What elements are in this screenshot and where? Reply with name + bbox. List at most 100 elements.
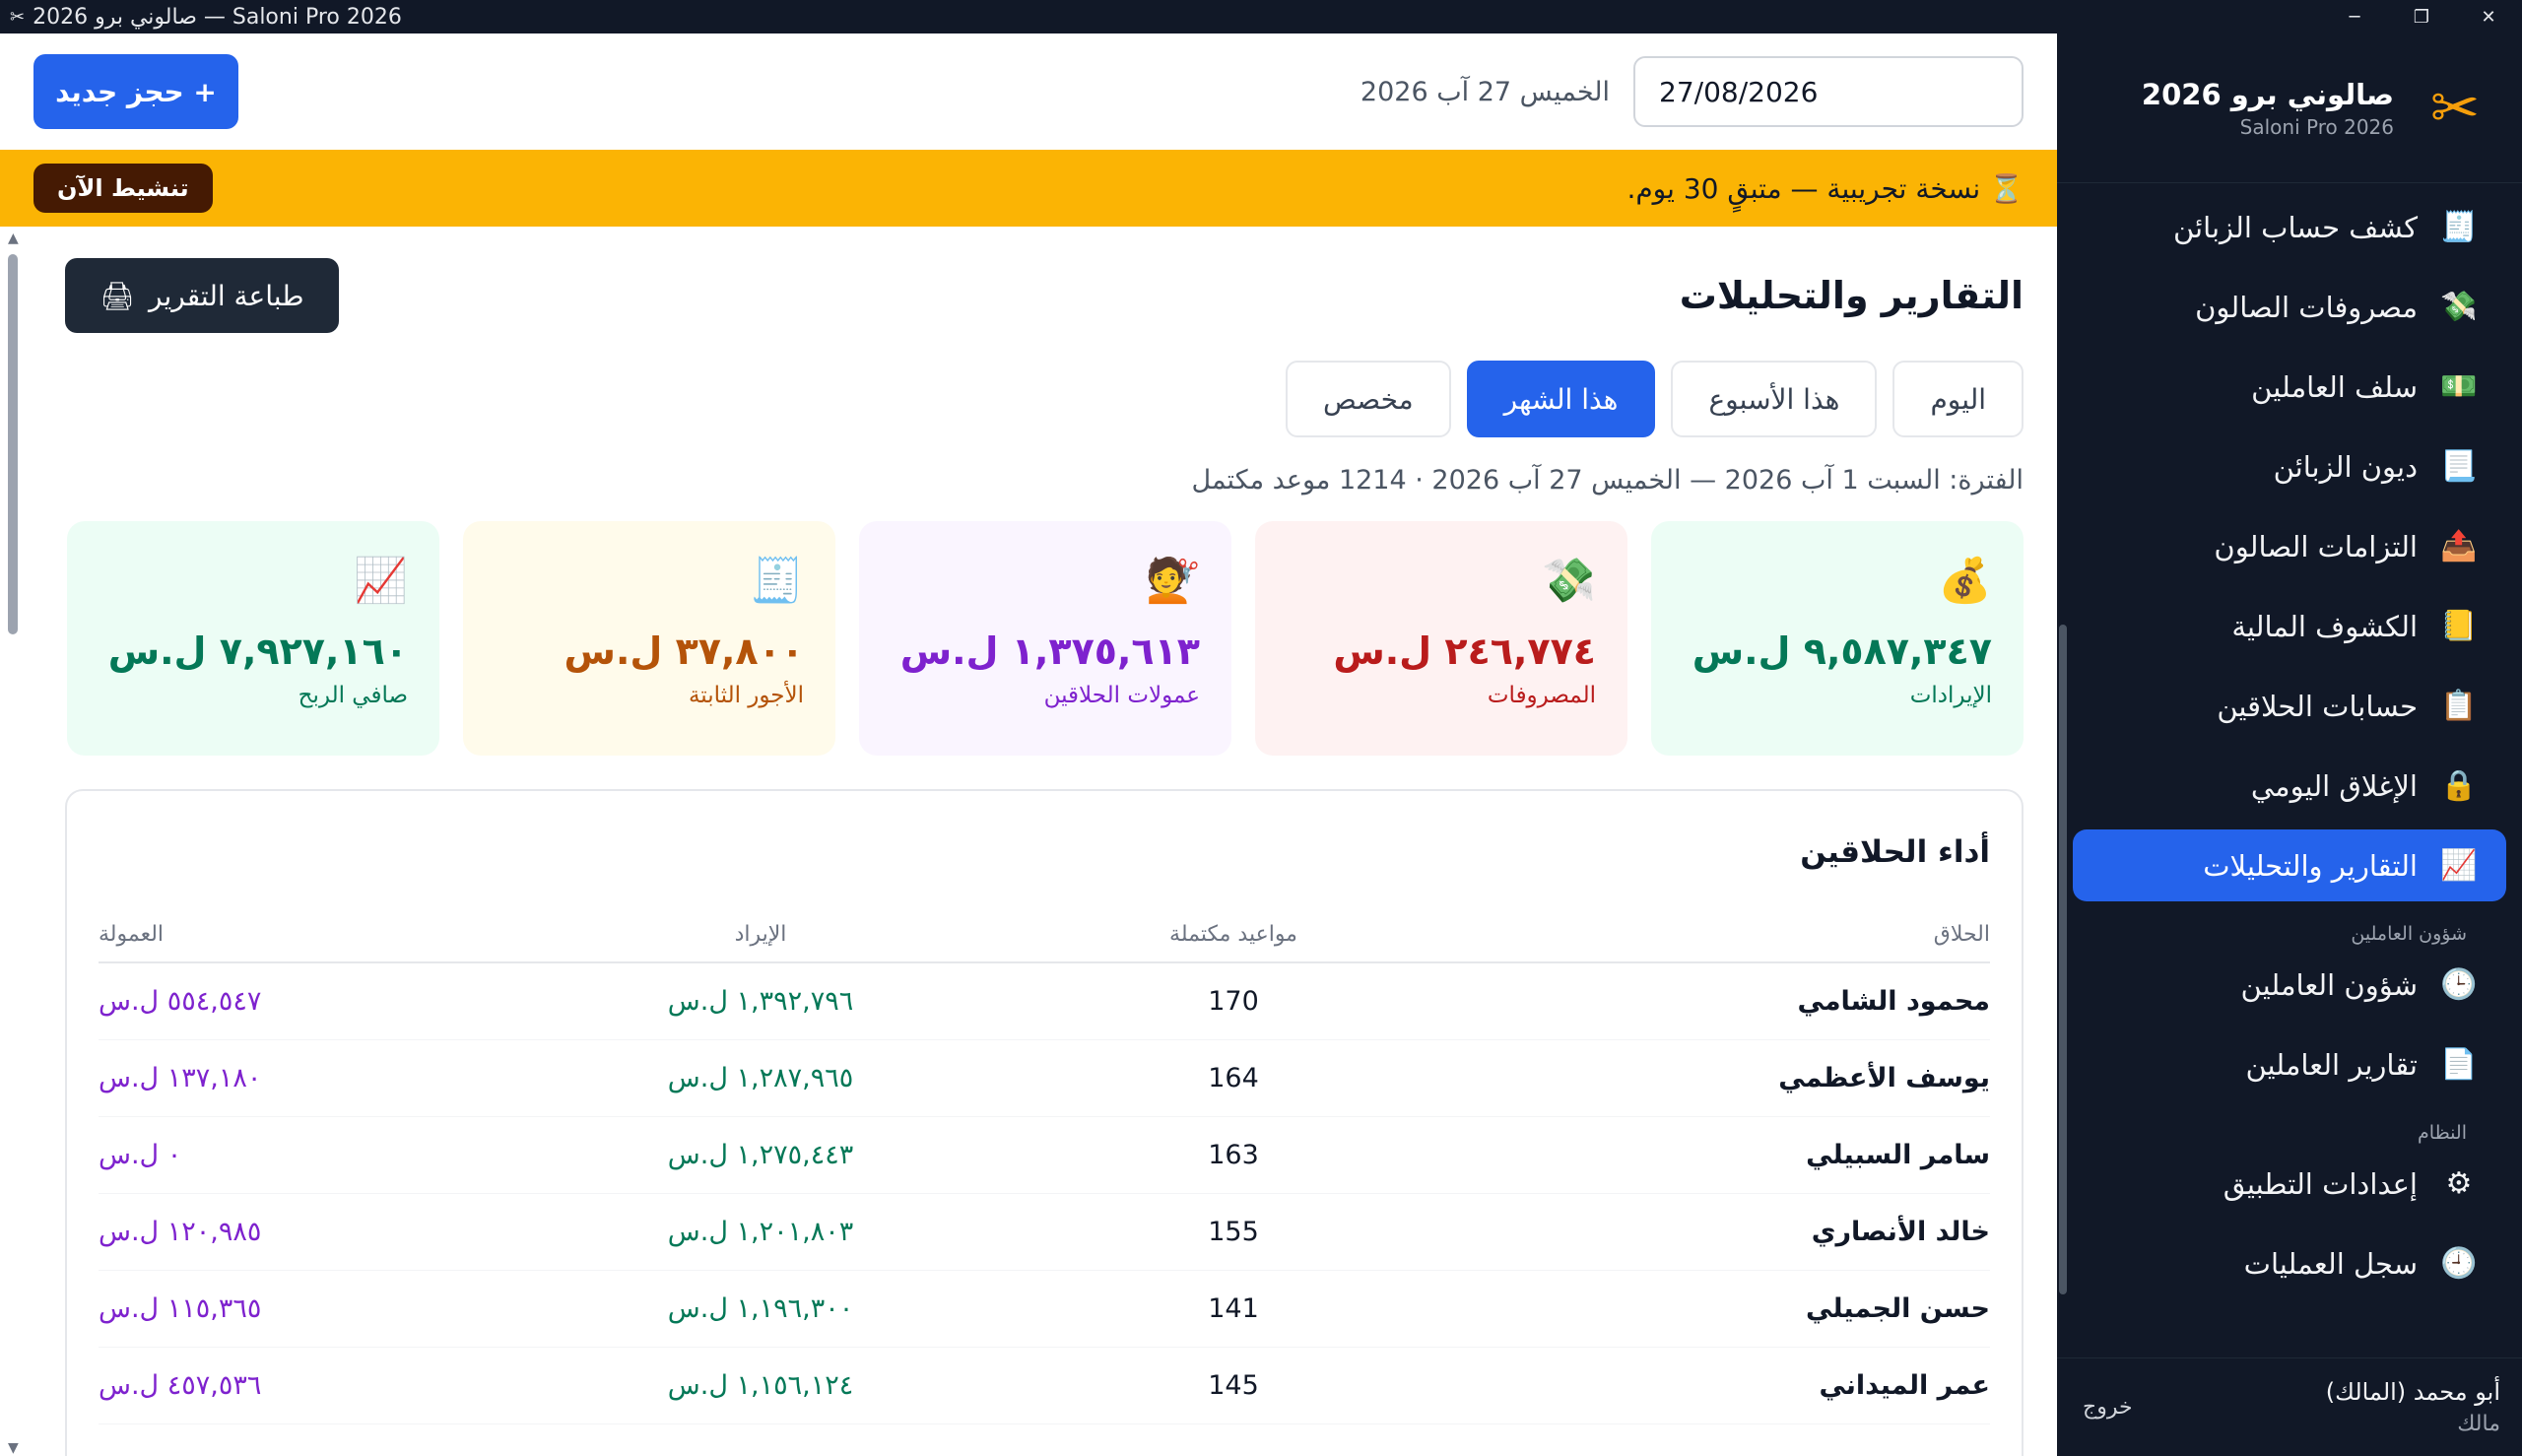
sidebar-item-salon-obligations[interactable]: 📤 التزامات الصالون (2073, 510, 2506, 582)
trial-text: نسخة تجريبية — متبقٍ 30 يوم. (1626, 171, 1981, 205)
barber-commission: ٤٥٧,٥٣٦ ل.س (99, 1347, 477, 1424)
table-row[interactable]: سامر السبيلي 163 ١,٢٧٥,٤٤٣ ل.س ٠ ل.س (99, 1116, 1990, 1194)
barber-name: محمود الشامي (1423, 962, 1990, 1040)
new-booking-button[interactable]: + حجز جديد (33, 54, 238, 129)
table-row[interactable]: محمود الشامي 170 ١,٣٩٢,٧٩٦ ل.س ٥٥٤,٥٤٧ ل… (99, 962, 1990, 1040)
completed-count: 145 (1044, 1347, 1423, 1424)
print-report-button[interactable]: طباعة التقرير 🖨 (65, 258, 339, 333)
fixed-wages-value: ٣٧,٨٠٠ ل.س (564, 629, 804, 673)
history-icon: 🕘 (2440, 1246, 2478, 1281)
completed-count: 170 (1044, 962, 1423, 1040)
close-button[interactable]: ✕ (2455, 0, 2522, 33)
maximize-button[interactable]: ❐ (2388, 0, 2455, 33)
main-scroll-thumb[interactable] (8, 254, 18, 634)
receipt-icon: 🧾 (750, 556, 804, 606)
commissions-value: ١,٣٧٥,٦١٣ ل.س (899, 629, 1200, 673)
barber-name: سامر السبيلي (1423, 1116, 1990, 1194)
activate-button[interactable]: تنشيط الآن (33, 164, 213, 213)
content: ▲ ▼ التقارير والتحليلات طباعة التقرير 🖨 … (0, 227, 2057, 1456)
net-profit-label: صافي الربح (298, 683, 408, 708)
sidebar-item-daily-closing[interactable]: 🔒 الإغلاق اليومي (2073, 750, 2506, 822)
print-label: طباعة التقرير (149, 279, 304, 312)
main-scrollbar[interactable]: ▲ ▼ (6, 227, 20, 1456)
minimize-button[interactable]: ─ (2321, 0, 2388, 33)
barber-performance-panel: أداء الحلاقين الحلاق مواعيد مكتملة الإير… (65, 789, 2024, 1456)
user-name: أبو محمد (المالك) (2325, 1378, 2500, 1406)
user-info: أبو محمد (المالك) مالك (2326, 1378, 2500, 1436)
topbar: 27/08/2026 الخميس 27 آب 2026 + حجز جديد (0, 33, 2057, 150)
col-header-barber[interactable]: الحلاق (1423, 907, 1990, 963)
sidebar-item-staff-affairs[interactable]: 🕒 شؤون العاملين (2073, 949, 2506, 1021)
revenue-value: ٩,٥٨٧,٣٤٧ ل.س (1692, 629, 1992, 673)
col-header-completed[interactable]: مواعيد مكتملة (1044, 907, 1423, 963)
chart-up-icon: 📈 (354, 556, 408, 606)
sidebar-nav: 🧾 كشف حساب الزبائن 💸 مصروفات الصالون 💵 س… (2057, 191, 2522, 1299)
gear-icon: ⚙ (2445, 1166, 2473, 1201)
table-row[interactable]: خالد الأنصاري 155 ١,٢٠١,٨٠٣ ل.س ١٢٠,٩٨٥ … (99, 1193, 1990, 1271)
sidebar-item-customer-statement[interactable]: 🧾 كشف حساب الزبائن (2073, 191, 2506, 263)
page-icon: 📃 (2440, 449, 2478, 484)
barber-name: عمر الميداني (1423, 1347, 1990, 1424)
barber-revenue: ١,١٩٦,٣٠٠ ل.س (477, 1270, 1044, 1348)
barber-performance-table: الحلاق مواعيد مكتملة الإيراد العمولة محم… (99, 907, 1990, 1424)
sidebar-scroll-thumb[interactable] (2059, 625, 2067, 1294)
table-row[interactable]: حسن الجميلي 141 ١,١٩٦,٣٠٠ ل.س ١١٥,٣٦٥ ل.… (99, 1270, 1990, 1348)
col-header-revenue[interactable]: الإيراد (477, 907, 1044, 963)
table-row[interactable]: عمر الميداني 145 ١,١٥٦,١٢٤ ل.س ٤٥٧,٥٣٦ ل… (99, 1347, 1990, 1424)
barber-commission: ٥٥٤,٥٤٧ ل.س (99, 962, 477, 1040)
date-input[interactable]: 27/08/2026 (1633, 56, 2024, 127)
scroll-down-icon[interactable]: ▼ (8, 1440, 19, 1456)
sidebar-item-customer-debts[interactable]: 📃 ديون الزبائن (2073, 430, 2506, 502)
barber-commission: ١٣٧,١٨٠ ل.س (99, 1039, 477, 1117)
sidebar-item-staff-reports[interactable]: 📄 تقارير العاملين (2073, 1028, 2506, 1100)
table-row[interactable]: يوسف الأعظمي 164 ١,٢٨٧,٩٦٥ ل.س ١٣٧,١٨٠ ل… (99, 1039, 1990, 1117)
barber-performance-title: أداء الحلاقين (1800, 834, 1990, 870)
date-label: الخميس 27 آب 2026 (1360, 76, 1610, 107)
tab-today[interactable]: اليوم (1892, 361, 2024, 437)
window-controls: ─ ❐ ✕ (2321, 0, 2522, 33)
sidebar-scrollbar[interactable] (2059, 191, 2069, 1354)
period-tabs: اليوم هذا الأسبوع هذا الشهر مخصص (65, 361, 2024, 437)
page-header: التقارير والتحليلات طباعة التقرير 🖨 (65, 258, 2024, 333)
window-titlebar: ✂ صالوني برو 2026 — Saloni Pro 2026 ─ ❐ … (0, 0, 2522, 33)
completed-count: 155 (1044, 1193, 1423, 1271)
tab-custom[interactable]: مخصص (1286, 361, 1451, 437)
barber-name: يوسف الأعظمي (1423, 1039, 1990, 1117)
sidebar-item-activity-log[interactable]: 🕘 سجل العمليات (2073, 1227, 2506, 1299)
sidebar-item-reports[interactable]: 📈 التقارير والتحليلات (2073, 829, 2506, 901)
money-wings-icon: 💸 (2440, 290, 2478, 324)
commissions-card: 💇 ١,٣٧٥,٦١٣ ل.س عمولات الحلاقين (859, 521, 1231, 756)
completed-count: 141 (1044, 1270, 1423, 1348)
sidebar-item-label: سلف العاملين (2251, 369, 2418, 404)
printer-icon: 🖨 (100, 279, 136, 312)
sidebar-item-financial-statements[interactable]: 📒 الكشوف المالية (2073, 590, 2506, 662)
sidebar-item-label: مصروفات الصالون (2195, 290, 2418, 324)
barber-revenue: ١,٢٠١,٨٠٣ ل.س (477, 1193, 1044, 1271)
barber-name: حسن الجميلي (1423, 1270, 1990, 1348)
tab-this-week[interactable]: هذا الأسبوع (1671, 361, 1878, 437)
sidebar-item-salon-expenses[interactable]: 💸 مصروفات الصالون (2073, 271, 2506, 343)
scroll-up-icon[interactable]: ▲ (8, 231, 19, 246)
date-group: 27/08/2026 الخميس 27 آب 2026 (1361, 56, 2024, 127)
sidebar-item-label: التقارير والتحليلات (2203, 848, 2418, 883)
sidebar-item-staff-advances[interactable]: 💵 سلف العاملين (2073, 351, 2506, 423)
col-header-commission[interactable]: العمولة (99, 907, 477, 963)
sidebar-item-barber-accounts[interactable]: 📋 حسابات الحلاقين (2073, 670, 2506, 742)
fixed-wages-label: الأجور الثابتة (688, 683, 804, 708)
clock-icon: 🕒 (2440, 967, 2478, 1002)
sidebar-section-staff: شؤون العاملين (2351, 923, 2467, 945)
page-title: التقارير والتحليلات (1679, 274, 2024, 317)
tab-this-month[interactable]: هذا الشهر (1466, 361, 1656, 437)
money-wings-icon: 💸 (1542, 556, 1596, 606)
sidebar-item-label: الإغلاق اليومي (2250, 768, 2418, 803)
logout-button[interactable]: خروج (2083, 1395, 2133, 1420)
ledger-icon: 📒 (2440, 609, 2478, 643)
trial-banner: ⏳ نسخة تجريبية — متبقٍ 30 يوم. تنشيط الآ… (0, 150, 2057, 227)
window-title-text: صالوني برو 2026 — Saloni Pro 2026 (33, 4, 402, 30)
app-icon: ✂ (10, 6, 26, 28)
sidebar-item-app-settings[interactable]: ⚙ إعدادات التطبيق (2073, 1148, 2506, 1220)
banknote-icon: 💵 (2440, 369, 2478, 404)
completed-count: 163 (1044, 1116, 1423, 1194)
haircut-icon: 💇 (1146, 556, 1200, 606)
barber-commission: ٠ ل.س (99, 1116, 477, 1194)
